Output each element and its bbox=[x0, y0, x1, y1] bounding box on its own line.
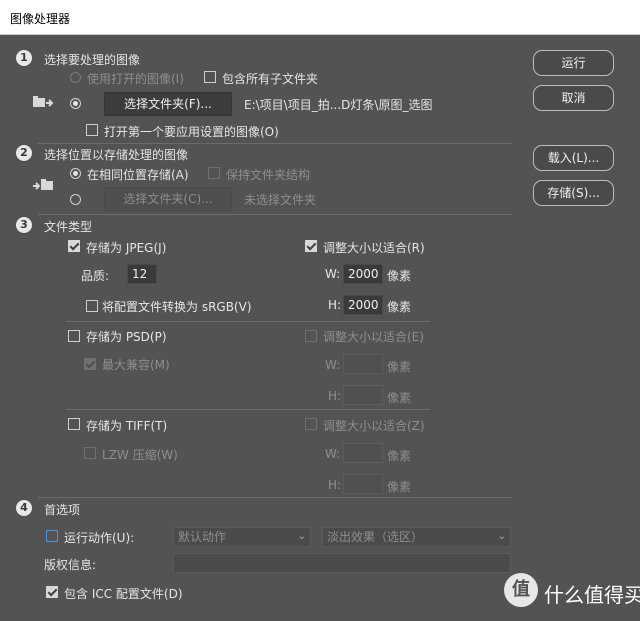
tiff-h-unit: 像素 bbox=[387, 480, 412, 494]
step-1-icon: 1 bbox=[16, 50, 32, 66]
run-action-checkbox[interactable] bbox=[46, 530, 58, 542]
save-psd-label: 存储为 PSD(P) bbox=[86, 330, 167, 344]
run-button[interactable]: 运行 bbox=[533, 50, 614, 76]
save-jpeg-checkbox[interactable] bbox=[68, 240, 80, 252]
section1-title: 选择要处理的图像 bbox=[44, 53, 141, 67]
tiff-w-unit: 像素 bbox=[387, 449, 412, 463]
tiff-width-input[interactable] bbox=[343, 443, 383, 463]
tiff-resize-checkbox[interactable] bbox=[305, 418, 317, 430]
jpeg-resize-checkbox[interactable] bbox=[305, 240, 317, 252]
tiff-resize-label: 调整大小以适合(Z) bbox=[323, 419, 425, 433]
action-set-value: 默认动作 bbox=[178, 530, 227, 544]
section3-title: 文件类型 bbox=[44, 220, 93, 234]
max-compat-label: 最大兼容(M) bbox=[102, 358, 170, 372]
watermark: 值 什么值得买 bbox=[504, 571, 640, 611]
run-action-label: 运行动作(U): bbox=[64, 531, 135, 545]
include-subfolders-label: 包含所有子文件夹 bbox=[222, 72, 319, 86]
step-2-icon: 2 bbox=[16, 145, 32, 161]
divider bbox=[66, 321, 430, 322]
copyright-label: 版权信息: bbox=[44, 558, 97, 572]
title-bar: 图像处理器 bbox=[0, 0, 640, 35]
jpeg-h-label: H: bbox=[328, 298, 342, 312]
select-source-folder-button[interactable]: 选择文件夹(F)... bbox=[104, 92, 232, 116]
folder-destination-icon bbox=[33, 179, 53, 190]
psd-w-label: W: bbox=[325, 358, 341, 372]
tiff-w-label: W: bbox=[325, 447, 341, 461]
jpeg-height-input[interactable]: 2000 bbox=[343, 295, 383, 315]
section4-title: 首选项 bbox=[44, 503, 81, 517]
save-settings-button[interactable]: 存储(S)... bbox=[533, 180, 614, 206]
psd-width-input[interactable] bbox=[343, 354, 383, 374]
select-folder-radio[interactable] bbox=[70, 98, 81, 109]
save-jpeg-label: 存储为 JPEG(J) bbox=[86, 241, 167, 255]
divider bbox=[38, 143, 512, 144]
lzw-checkbox[interactable] bbox=[84, 447, 96, 459]
psd-w-unit: 像素 bbox=[387, 360, 412, 374]
psd-h-label: H: bbox=[328, 389, 342, 403]
open-first-image-label: 打开第一个要应用设置的图像(O) bbox=[104, 125, 279, 139]
psd-h-unit: 像素 bbox=[387, 391, 412, 405]
same-location-radio[interactable] bbox=[70, 168, 81, 179]
chevron-down-icon: ⌄ bbox=[497, 531, 506, 542]
divider bbox=[38, 497, 512, 498]
select-dest-folder-button[interactable]: 选择文件夹(C)... bbox=[104, 187, 232, 211]
jpeg-resize-label: 调整大小以适合(R) bbox=[323, 241, 425, 255]
divider bbox=[38, 214, 512, 215]
no-folder-selected: 未选择文件夹 bbox=[244, 193, 317, 207]
save-psd-checkbox[interactable] bbox=[68, 330, 80, 342]
chevron-down-icon: ⌄ bbox=[297, 531, 306, 542]
select-dest-folder-radio[interactable] bbox=[70, 194, 81, 205]
jpeg-width-input[interactable]: 2000 bbox=[343, 264, 383, 284]
convert-srgb-label: 将配置文件转换为 sRGB(V) bbox=[102, 300, 252, 314]
tiff-h-label: H: bbox=[328, 478, 342, 492]
window-title: 图像处理器 bbox=[10, 12, 71, 26]
use-open-images-label: 使用打开的图像(I) bbox=[87, 72, 184, 86]
tiff-height-input[interactable] bbox=[343, 474, 383, 494]
watermark-text: 什么值得买 bbox=[544, 583, 640, 607]
include-subfolders-checkbox[interactable] bbox=[204, 71, 216, 83]
jpeg-w-label: W: bbox=[325, 267, 341, 281]
divider bbox=[66, 409, 430, 410]
quality-label: 品质: bbox=[81, 269, 110, 283]
save-tiff-checkbox[interactable] bbox=[68, 418, 80, 430]
action-value: 淡出效果（选区） bbox=[327, 530, 424, 544]
step-3-icon: 3 bbox=[16, 217, 32, 233]
cancel-button[interactable]: 取消 bbox=[533, 85, 614, 111]
convert-srgb-checkbox[interactable] bbox=[86, 300, 98, 312]
save-tiff-label: 存储为 TIFF(T) bbox=[86, 419, 168, 433]
watermark-logo-icon: 值 bbox=[504, 573, 538, 607]
keep-structure-checkbox[interactable] bbox=[208, 167, 220, 179]
psd-resize-checkbox[interactable] bbox=[305, 330, 317, 342]
action-select[interactable]: 淡出效果（选区） ⌄ bbox=[322, 527, 511, 547]
use-open-images-radio[interactable] bbox=[70, 72, 81, 83]
psd-resize-label: 调整大小以适合(E) bbox=[323, 330, 424, 344]
open-first-image-checkbox[interactable] bbox=[86, 124, 98, 136]
max-compat-checkbox[interactable] bbox=[84, 358, 96, 370]
lzw-label: LZW 压缩(W) bbox=[102, 448, 178, 462]
action-set-select[interactable]: 默认动作 ⌄ bbox=[173, 527, 311, 547]
same-location-label: 在相同位置存储(A) bbox=[87, 168, 189, 182]
jpeg-h-unit: 像素 bbox=[387, 300, 412, 314]
jpeg-w-unit: 像素 bbox=[387, 269, 412, 283]
quality-input[interactable]: 12 bbox=[127, 264, 157, 284]
step-4-icon: 4 bbox=[16, 500, 32, 516]
folder-source-icon bbox=[33, 96, 54, 107]
include-icc-checkbox[interactable] bbox=[46, 586, 58, 598]
load-button[interactable]: 载入(L)... bbox=[533, 145, 614, 171]
section2-title: 选择位置以存储处理的图像 bbox=[44, 148, 189, 162]
copyright-input[interactable] bbox=[173, 553, 511, 573]
psd-height-input[interactable] bbox=[343, 385, 383, 405]
keep-structure-label: 保持文件夹结构 bbox=[226, 168, 311, 182]
source-folder-path: E:\项目\项目_拍...D灯条\原图_选图 bbox=[244, 98, 433, 112]
include-icc-label: 包含 ICC 配置文件(D) bbox=[64, 587, 183, 601]
